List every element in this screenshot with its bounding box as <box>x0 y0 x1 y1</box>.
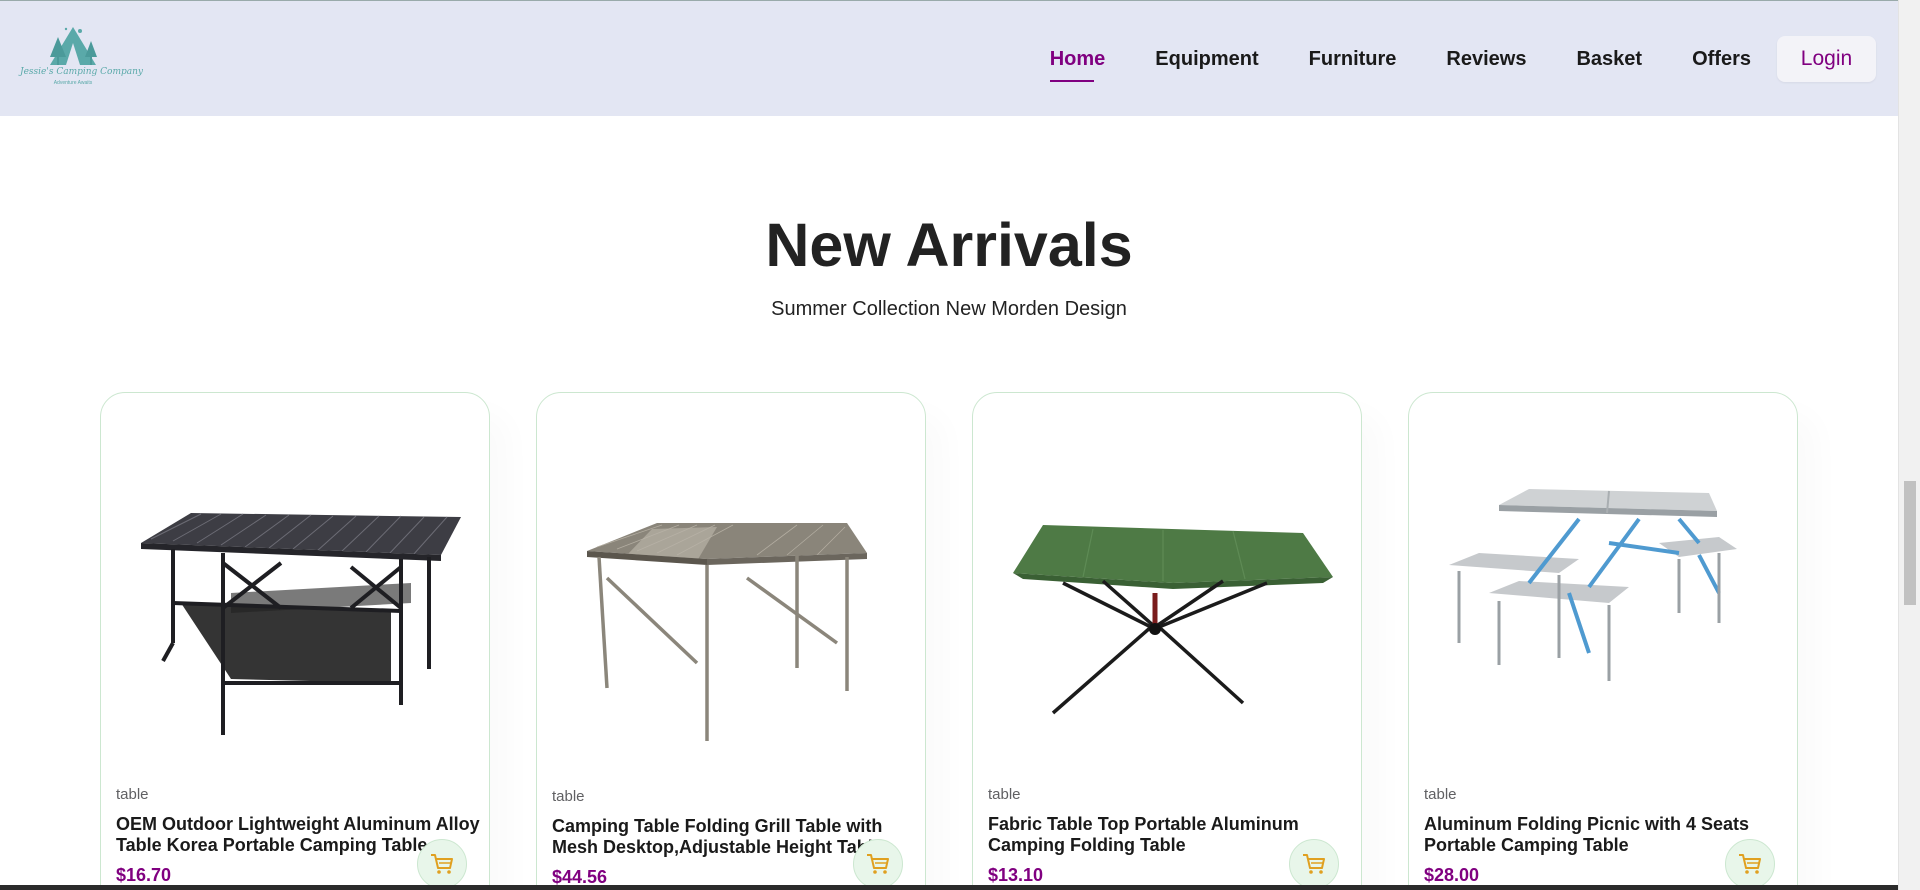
nav-offers[interactable]: Offers <box>1692 48 1751 71</box>
product-category: table <box>116 786 149 803</box>
cart-icon <box>867 854 889 874</box>
product-card[interactable]: table Aluminum Folding Picnic with 4 Sea… <box>1408 392 1798 890</box>
mesh-grill-table-image <box>547 443 917 743</box>
logo-tagline: Adventure Awaits <box>53 80 93 86</box>
product-category: table <box>1424 786 1457 803</box>
fabric-table-image <box>983 443 1353 743</box>
cart-icon <box>431 854 453 874</box>
add-to-cart-button[interactable] <box>1289 839 1339 889</box>
add-to-cart-button[interactable] <box>417 839 467 889</box>
product-card[interactable]: table Camping Table Folding Grill Table … <box>536 392 926 890</box>
cart-icon <box>1739 854 1761 874</box>
login-button[interactable]: Login <box>1777 36 1876 82</box>
nav-equipment[interactable]: Equipment <box>1155 48 1258 71</box>
product-grid: table OEM Outdoor Lightweight Aluminum A… <box>100 392 1800 890</box>
tent-tree-logo-icon <box>50 27 97 65</box>
nav-home[interactable]: Home <box>1049 48 1105 82</box>
roll-top-table-image <box>111 443 481 743</box>
product-price: $28.00 <box>1424 865 1480 885</box>
product-card[interactable]: table OEM Outdoor Lightweight Aluminum A… <box>100 392 490 890</box>
nav-basket[interactable]: Basket <box>1576 48 1642 71</box>
product-category: table <box>988 786 1021 803</box>
nav-reviews[interactable]: Reviews <box>1446 48 1526 71</box>
brand-logo[interactable]: Jessie's Camping Company Adventure Await… <box>20 23 144 89</box>
nav-furniture[interactable]: Furniture <box>1309 48 1397 71</box>
scrollbar-thumb[interactable] <box>1904 481 1916 605</box>
section-title: New Arrivals <box>765 211 1133 279</box>
picnic-table-image <box>1419 443 1789 743</box>
navbar: Jessie's Camping Company Adventure Await… <box>0 1 1898 116</box>
product-card[interactable]: table Fabric Table Top Portable Aluminum… <box>972 392 1362 890</box>
footer-edge <box>0 885 1898 890</box>
product-price: $16.70 <box>116 865 172 885</box>
add-to-cart-button[interactable] <box>1725 839 1775 889</box>
cart-icon <box>1303 854 1325 874</box>
product-price: $13.10 <box>988 865 1044 885</box>
logo-text: Jessie's Camping Company <box>20 67 144 77</box>
product-category: table <box>552 788 585 805</box>
section-subtitle: Summer Collection New Morden Design <box>771 298 1127 320</box>
page-scrollbar[interactable] <box>1898 0 1920 890</box>
main-nav: Home Equipment Furniture Reviews Basket … <box>1000 35 1876 83</box>
add-to-cart-button[interactable] <box>853 839 903 889</box>
